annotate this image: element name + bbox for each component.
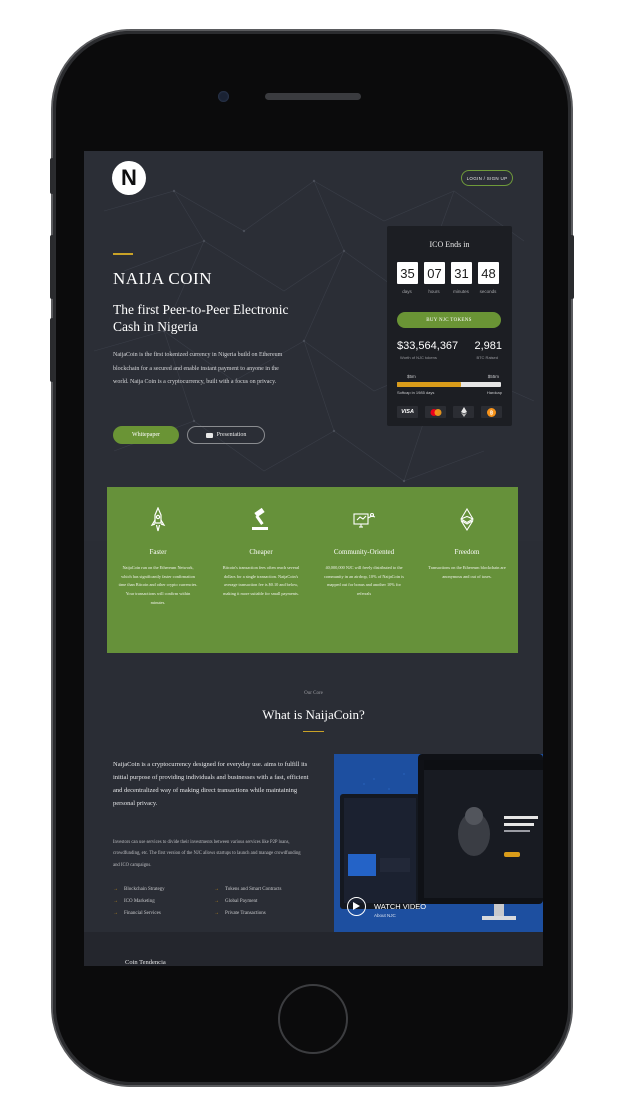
buy-tokens-button[interactable]: BUY NJC TOKENS xyxy=(397,312,501,328)
feature-title: Faster xyxy=(149,548,167,556)
hero-description: NaijaCoin is the first tokenized currenc… xyxy=(113,352,283,385)
presentation-button[interactable]: Presentation xyxy=(187,426,265,444)
youtube-icon xyxy=(205,432,213,438)
ethereum-icon xyxy=(460,507,474,532)
service-list-item: → ICO Marketing xyxy=(113,899,155,904)
about-paragraph-main: NaijaCoin is a cryptocurrency designed f… xyxy=(113,761,309,807)
ico-widget: ICO Ends in 35 07 31 48 days hours minut… xyxy=(387,226,512,426)
login-signup-button[interactable]: LOGIN / SIGN UP xyxy=(461,170,513,186)
feature-community: Community-Oriented 40,000,000 NJC will f… xyxy=(313,487,415,653)
coin-tendencia-heading: Coin Tendencia xyxy=(125,959,166,966)
earpiece-speaker xyxy=(265,93,361,100)
section-subtitle: Our Core xyxy=(304,691,323,696)
tokens-worth-label: Worth of NJC tokens xyxy=(400,355,437,360)
about-paragraph-secondary: Investors can use services to divide the… xyxy=(113,840,301,868)
feature-freedom: Freedom Transactions on the Ethereum blo… xyxy=(416,487,518,653)
community-icon xyxy=(353,512,376,528)
feature-text: Bitcoin's transaction fees often reach s… xyxy=(222,565,300,597)
hero-section: N LOGIN / SIGN UP NAIJA COIN The first P… xyxy=(84,151,543,541)
arrow-icon: → xyxy=(113,887,118,892)
whitepaper-button[interactable]: Whitepaper xyxy=(113,426,179,444)
ethereum-icon xyxy=(453,406,474,418)
section-accent-line xyxy=(303,731,324,732)
about-njc-label: About NJC xyxy=(374,913,396,918)
arrow-icon: → xyxy=(113,899,118,904)
funding-progress-bar xyxy=(397,382,501,387)
countdown-days: 35 xyxy=(397,262,418,284)
front-camera xyxy=(218,91,229,102)
phone-power-button xyxy=(570,235,574,299)
btc-raised-amount: 2,981 xyxy=(474,340,502,352)
service-list-item: → Blockchain Strategy xyxy=(113,887,165,892)
feature-text: 40,000,000 NJC will freely distributed t… xyxy=(324,565,404,597)
progress-min-label: $5m xyxy=(407,374,416,379)
progress-max-label: $55m xyxy=(487,374,499,379)
phone-volume-down-button xyxy=(50,318,54,382)
home-button[interactable] xyxy=(278,984,348,1054)
countdown-hours: 07 xyxy=(424,262,445,284)
funding-progress-fill xyxy=(397,382,462,387)
feature-faster: Faster NaijaCoin run on the Ethereum Net… xyxy=(107,487,209,653)
hero-tagline: The first Peer-to-Peer Electronic Cash i… xyxy=(113,302,289,334)
arrow-icon: → xyxy=(214,887,219,892)
brand-title: NAIJA COIN xyxy=(113,269,212,288)
arrow-icon: → xyxy=(113,911,118,916)
section-title: What is NaijaCoin? xyxy=(262,707,365,722)
service-list-item: → Global Payment xyxy=(214,899,258,904)
countdown-seconds-label: seconds xyxy=(479,289,497,294)
tokens-worth-amount: $33,564,367 xyxy=(397,340,459,352)
features-section: Faster NaijaCoin run on the Ethereum Net… xyxy=(107,487,518,653)
svg-text:฿: ฿ xyxy=(490,409,494,416)
visa-label: VISA xyxy=(401,409,414,415)
ico-title: ICO Ends in xyxy=(429,240,470,249)
bitcoin-icon: ฿ xyxy=(481,406,502,418)
phone-screen: N LOGIN / SIGN UP NAIJA COIN The first P… xyxy=(84,151,543,966)
feature-cheaper: Cheaper Bitcoin's transaction fees often… xyxy=(210,487,312,653)
feature-text: NaijaCoin run on the Ethereum Network, w… xyxy=(118,565,198,605)
phone-silent-switch xyxy=(50,158,54,194)
rocket-icon xyxy=(150,507,166,532)
service-list-item: → Private Transactions xyxy=(214,911,266,916)
countdown-minutes: 31 xyxy=(451,262,472,284)
countdown-minutes-label: minutes xyxy=(453,289,469,294)
mastercard-icon xyxy=(425,406,446,418)
phone-volume-up-button xyxy=(50,235,54,299)
coin-tendencia-section: Coin Tendencia xyxy=(84,932,543,966)
btc-raised-label: BTC Raised xyxy=(476,355,498,360)
service-list-item: → Tokens and Smart Contracts xyxy=(214,887,282,892)
countdown-seconds: 48 xyxy=(478,262,499,284)
feature-title: Community-Oriented xyxy=(333,548,395,556)
countdown-days-label: days xyxy=(402,289,412,294)
feature-title: Freedom xyxy=(454,548,480,556)
service-list-item: → Financial Services xyxy=(113,911,161,916)
accent-divider xyxy=(113,253,133,255)
hardcap-label: Hardcap xyxy=(486,390,502,395)
feature-title: Cheaper xyxy=(249,548,273,556)
gavel-icon xyxy=(252,507,268,530)
presentation-label: Presentation xyxy=(216,432,247,438)
play-icon[interactable] xyxy=(353,902,360,910)
softcap-label: Softcap in 1985 days xyxy=(397,390,435,395)
countdown-hours-label: hours xyxy=(428,289,440,294)
watch-video-label[interactable]: WATCH VIDEO xyxy=(374,902,426,911)
video-thumbnail[interactable]: WATCH VIDEO About NJC xyxy=(334,754,543,932)
naijacoin-logo[interactable]: N xyxy=(112,161,146,195)
arrow-icon: → xyxy=(214,911,219,916)
visa-icon: VISA xyxy=(397,406,418,418)
arrow-icon: → xyxy=(214,899,219,904)
feature-text: Transactions on the Ethereum blockchain … xyxy=(428,565,506,579)
